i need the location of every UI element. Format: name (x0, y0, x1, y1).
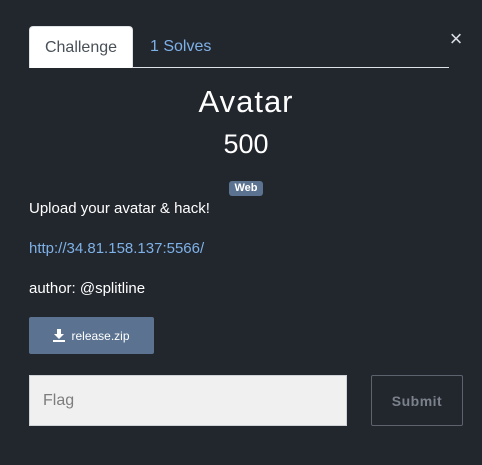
tab-solves[interactable]: 1 Solves (150, 26, 211, 68)
category-badge: Web (229, 181, 263, 196)
challenge-description: Upload your avatar & hack! (29, 200, 210, 217)
tab-bar: Challenge 1 Solves (29, 26, 449, 68)
download-file-button[interactable]: release.zip (29, 317, 154, 354)
challenge-value: 500 (223, 129, 269, 159)
download-file-label: release.zip (71, 328, 130, 343)
challenge-modal: × Challenge 1 Solves Avatar 500 Web Uplo… (0, 0, 482, 465)
challenge-url-link[interactable]: http://34.81.158.137:5566/ (29, 240, 204, 257)
challenge-author: author: @splitline (29, 280, 146, 297)
category-badge-wrap: Web (0, 178, 482, 196)
tab-challenge[interactable]: Challenge (29, 26, 133, 68)
submit-button[interactable]: Submit (371, 375, 463, 426)
close-icon[interactable]: × (448, 28, 464, 50)
download-icon (53, 329, 66, 342)
challenge-name: Avatar (198, 84, 294, 119)
flag-input[interactable] (29, 375, 347, 426)
